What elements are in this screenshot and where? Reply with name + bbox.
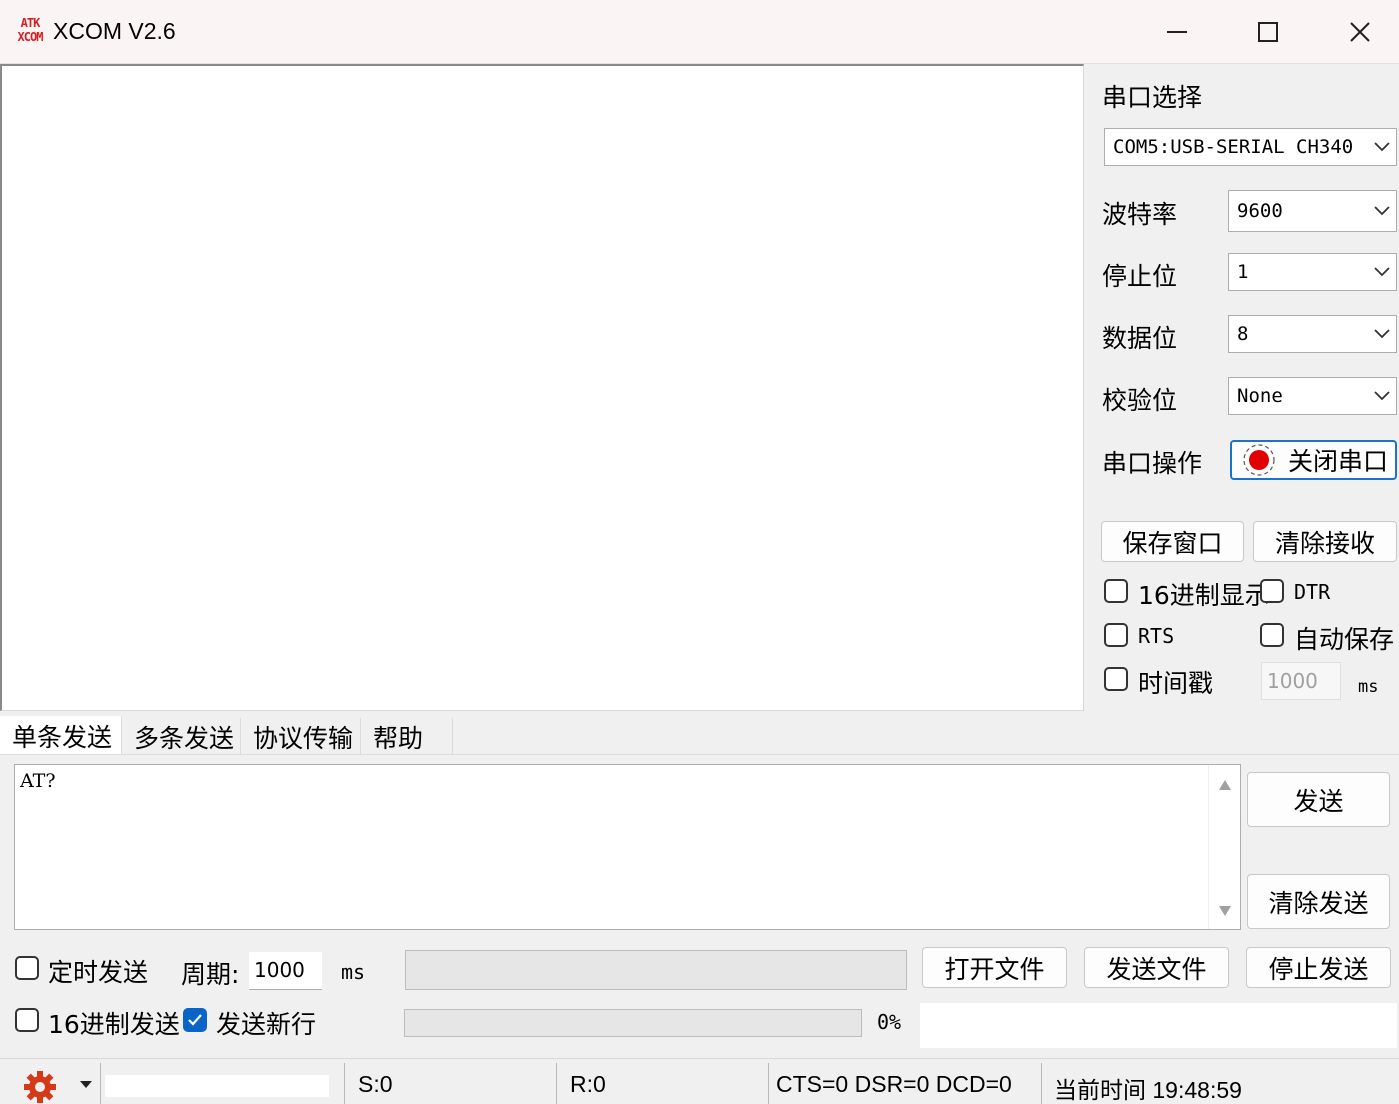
title-bar: ATK XCOM XCOM V2.6 <box>0 0 1399 64</box>
parity-combo[interactable]: None <box>1228 377 1397 415</box>
tab-protocol-transfer[interactable]: 协议传输 <box>241 718 361 756</box>
close-port-label: 关闭串口 <box>1288 447 1389 476</box>
scroll-up-icon[interactable] <box>1218 779 1232 791</box>
data-bits-value: 8 <box>1237 323 1249 345</box>
status-message-field <box>105 1075 329 1097</box>
close-icon <box>1350 22 1370 42</box>
sent-count: S:0 <box>358 1071 393 1097</box>
current-time: 当前时间 19:48:59 <box>1054 1077 1242 1103</box>
period-unit-label: ms <box>341 960 366 984</box>
send-button[interactable]: 发送 <box>1247 772 1390 827</box>
logo-text-top: ATK <box>20 16 41 30</box>
window-title: XCOM V2.6 <box>53 18 176 44</box>
data-bits-combo[interactable]: 8 <box>1228 315 1397 353</box>
send-file-button[interactable]: 发送文件 <box>1084 947 1229 988</box>
clear-send-label: 清除发送 <box>1268 888 1369 918</box>
baud-rate-label: 波特率 <box>1102 200 1178 229</box>
chevron-down-icon <box>1374 267 1390 277</box>
tab-help[interactable]: 帮助 <box>361 718 453 756</box>
minimize-button[interactable] <box>1131 0 1223 64</box>
timestamp-label: 时间戳 <box>1138 669 1214 698</box>
hex-display-label: 16进制显示 <box>1138 581 1270 610</box>
dtr-checkbox[interactable] <box>1260 579 1284 603</box>
save-window-label: 保存窗口 <box>1122 528 1223 558</box>
parity-value: None <box>1237 385 1283 407</box>
tab-multi-send[interactable]: 多条发送 <box>122 718 241 756</box>
dtr-label: DTR <box>1294 580 1331 604</box>
clear-receive-label: 清除接收 <box>1274 528 1375 558</box>
status-bar: S:0 R:0 CTS=0 DSR=0 DCD=0 当前时间 19:48:59 <box>0 1058 1399 1104</box>
auto-save-label: 自动保存 <box>1294 625 1395 654</box>
hex-display-checkbox[interactable] <box>1104 579 1128 603</box>
stop-bits-value: 1 <box>1237 261 1249 283</box>
send-progress-percent: 0% <box>877 1010 902 1034</box>
hex-send-label: 16进制发送 <box>48 1010 180 1039</box>
tab-single-send[interactable]: 单条发送 <box>0 716 122 756</box>
port-select-label: 串口选择 <box>1102 83 1203 112</box>
save-window-button[interactable]: 保存窗口 <box>1101 521 1244 562</box>
baud-rate-value: 9600 <box>1237 200 1283 222</box>
receive-text-area[interactable] <box>0 64 1084 711</box>
open-file-button[interactable]: 打开文件 <box>922 947 1067 988</box>
rts-checkbox[interactable] <box>1104 623 1128 647</box>
timestamp-unit-label: ms <box>1358 677 1379 697</box>
send-progress-bar <box>404 1009 862 1037</box>
parity-label: 校验位 <box>1102 386 1178 415</box>
baud-rate-combo[interactable]: 9600 <box>1228 190 1397 232</box>
line-status: CTS=0 DSR=0 DCD=0 <box>776 1071 1012 1097</box>
logo-text-bottom: XCOM <box>17 30 44 44</box>
file-path-field[interactable] <box>405 950 907 990</box>
chevron-down-icon <box>1374 391 1390 401</box>
stop-bits-combo[interactable]: 1 <box>1228 253 1397 291</box>
chevron-down-icon <box>1374 329 1390 339</box>
stop-bits-label: 停止位 <box>1102 262 1178 291</box>
send-newline-checkbox[interactable] <box>183 1008 207 1032</box>
send-file-label: 发送文件 <box>1106 954 1207 984</box>
dropdown-arrow-icon[interactable] <box>80 1081 92 1089</box>
timed-send-label: 定时发送 <box>48 958 149 987</box>
auto-save-checkbox[interactable] <box>1260 623 1284 647</box>
chevron-down-icon <box>1374 206 1390 216</box>
period-input[interactable]: 1000 <box>249 952 322 990</box>
close-window-button[interactable] <box>1314 0 1399 64</box>
stop-send-button[interactable]: 停止发送 <box>1246 947 1391 988</box>
minimize-icon <box>1167 31 1187 33</box>
timestamp-checkbox[interactable] <box>1104 667 1128 691</box>
maximize-icon <box>1258 22 1278 42</box>
timed-send-checkbox[interactable] <box>15 956 39 980</box>
chevron-down-icon <box>1374 142 1390 152</box>
rts-label: RTS <box>1138 624 1175 648</box>
send-text-content: AT? <box>20 770 56 792</box>
clear-send-button[interactable]: 清除发送 <box>1247 874 1390 929</box>
hex-send-checkbox[interactable] <box>15 1008 39 1032</box>
data-bits-label: 数据位 <box>1102 324 1178 353</box>
send-text-area[interactable]: AT? <box>14 764 1241 930</box>
checkmark-icon <box>188 1014 202 1026</box>
send-button-label: 发送 <box>1293 786 1344 816</box>
gear-icon[interactable] <box>22 1069 58 1104</box>
period-label: 周期: <box>181 960 240 989</box>
close-port-button[interactable]: 关闭串口 <box>1230 440 1397 480</box>
send-status-field <box>920 1003 1397 1048</box>
maximize-button[interactable] <box>1222 0 1314 64</box>
clear-receive-button[interactable]: 清除接收 <box>1253 521 1397 562</box>
open-file-label: 打开文件 <box>944 954 1045 984</box>
send-mode-tabs: 单条发送 多条发送 协议传输 帮助 <box>0 716 1399 756</box>
port-status-led-icon <box>1243 444 1275 476</box>
port-select-value: COM5:USB-SERIAL CH340 <box>1113 136 1354 158</box>
send-newline-label: 发送新行 <box>216 1010 317 1039</box>
scroll-down-icon[interactable] <box>1218 905 1232 917</box>
app-logo: ATK XCOM <box>13 16 47 48</box>
received-count: R:0 <box>570 1071 606 1097</box>
timestamp-interval-input[interactable]: 1000 <box>1261 662 1341 700</box>
stop-send-label: 停止发送 <box>1268 954 1369 984</box>
port-operation-label: 串口操作 <box>1102 449 1203 478</box>
send-scrollbar[interactable] <box>1208 765 1240 929</box>
port-select-combo[interactable]: COM5:USB-SERIAL CH340 <box>1104 128 1397 166</box>
